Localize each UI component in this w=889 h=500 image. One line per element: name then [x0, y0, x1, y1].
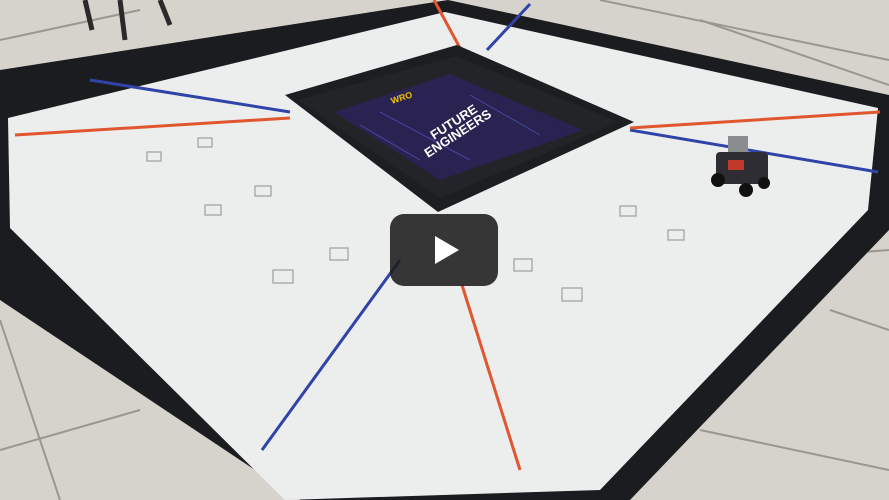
- video-player[interactable]: WRO FUTURE ENGINEERS: [0, 0, 889, 500]
- play-button[interactable]: [390, 214, 498, 286]
- play-icon[interactable]: [435, 236, 459, 264]
